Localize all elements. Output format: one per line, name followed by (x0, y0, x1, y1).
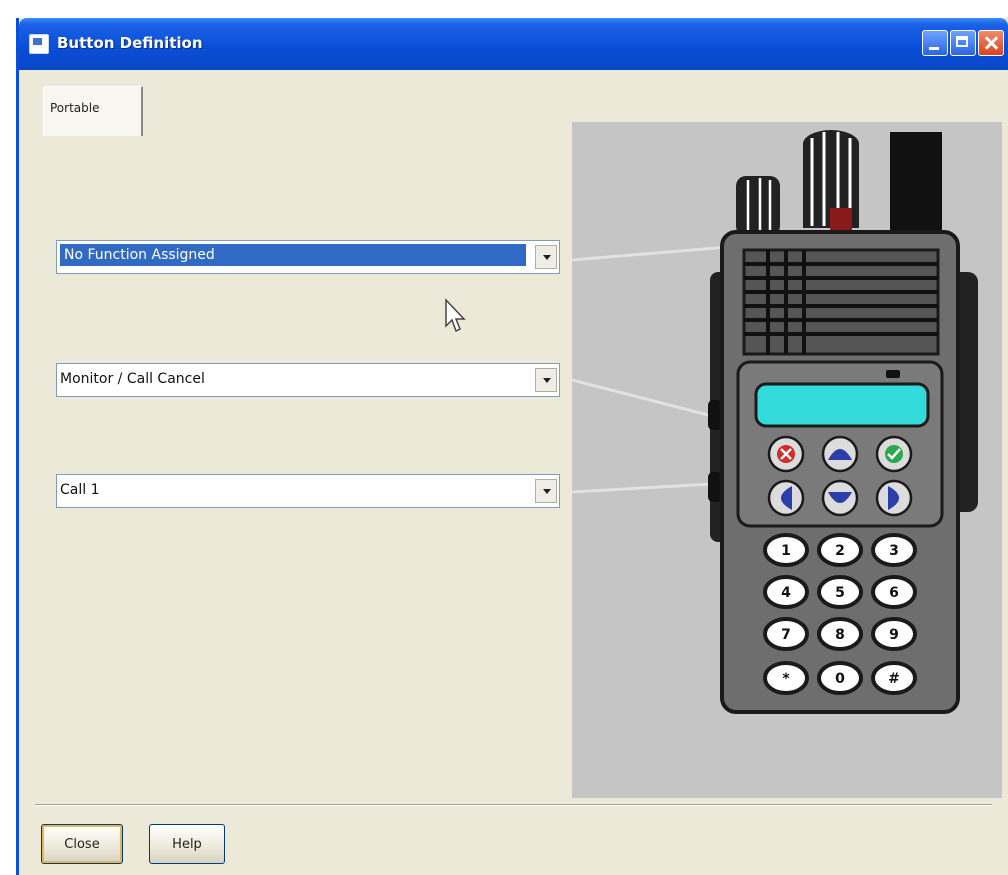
left-arrow-key-icon (767, 479, 805, 517)
antenna (890, 132, 942, 242)
keypad-key: 7 (763, 617, 809, 651)
keypad-key: 0 (817, 661, 863, 695)
window-title: Button Definition (57, 34, 203, 52)
keypad-key-label: 6 (889, 585, 899, 601)
button-definition-window: Button Definition Portable No Function A… (16, 18, 1008, 875)
keypad-key-label: # (888, 671, 900, 687)
title-bar[interactable]: Button Definition (19, 18, 1008, 70)
radio-preview-panel: 1 2 3 4 5 6 7 8 9 * 0 # (571, 122, 1002, 798)
keypad-key-label: 9 (889, 627, 899, 643)
up-arrow-key-icon (821, 435, 859, 473)
keypad-key: 5 (817, 575, 863, 609)
tab-portable-label: Portable (50, 101, 100, 115)
keypad-key-label: 4 (781, 585, 791, 601)
cancel-key-icon (767, 435, 805, 473)
leader-line-side-1 (571, 378, 713, 418)
keypad-key-label: 1 (781, 543, 791, 559)
minimize-button[interactable] (922, 30, 948, 56)
footer-divider (35, 804, 992, 806)
tab-portable[interactable]: Portable (43, 86, 143, 136)
portable-radio-illustration: 1 2 3 4 5 6 7 8 9 * 0 # (571, 130, 978, 714)
chevron-down-icon[interactable] (535, 368, 557, 392)
side-button-2-function-value: Call 1 (60, 482, 100, 498)
keypad-key-label: 5 (835, 585, 845, 601)
app-icon (29, 34, 49, 54)
side-button-1-function-select[interactable]: Monitor / Call Cancel (56, 363, 560, 397)
keypad-key: 8 (817, 617, 863, 651)
ok-check-key-icon (875, 435, 913, 473)
side-button-2-function-select[interactable]: Call 1 (56, 474, 560, 508)
chevron-down-icon[interactable] (535, 479, 557, 503)
keypad-key: * (763, 661, 809, 695)
right-arrow-key-icon (875, 479, 913, 517)
close-window-button[interactable] (978, 30, 1004, 56)
chevron-down-icon[interactable] (535, 245, 557, 269)
keypad-key: 1 (763, 533, 809, 567)
keypad-key-label: * (782, 671, 790, 687)
keypad-key: # (871, 661, 917, 695)
volume-knob (803, 130, 859, 230)
top-button-function-value: No Function Assigned (60, 244, 526, 266)
side-button-1-function-value: Monitor / Call Cancel (60, 371, 205, 387)
keypad-key: 3 (871, 533, 917, 567)
close-button[interactable]: Close (41, 824, 123, 864)
keypad-key-label: 2 (835, 543, 845, 559)
speaker-grille (742, 248, 940, 356)
help-button[interactable]: Help (149, 824, 225, 864)
keypad-key-label: 3 (889, 543, 899, 559)
keypad-key: 2 (817, 533, 863, 567)
status-led (886, 370, 900, 378)
keypad-key-label: 8 (835, 627, 845, 643)
keypad-key: 6 (871, 575, 917, 609)
side-button-2 (708, 472, 722, 502)
down-arrow-key-icon (821, 479, 859, 517)
lcd-display (754, 382, 930, 428)
keypad-key-label: 7 (781, 627, 791, 643)
maximize-button[interactable] (950, 30, 976, 56)
channel-knob (736, 176, 780, 236)
keypad-key: 9 (871, 617, 917, 651)
mouse-cursor-icon (445, 298, 466, 333)
keypad-key: 4 (763, 575, 809, 609)
keypad-key-label: 0 (835, 671, 845, 687)
top-button-function-select[interactable]: No Function Assigned (56, 240, 560, 274)
side-button-1 (708, 400, 722, 430)
leader-line-side-2 (571, 482, 713, 494)
